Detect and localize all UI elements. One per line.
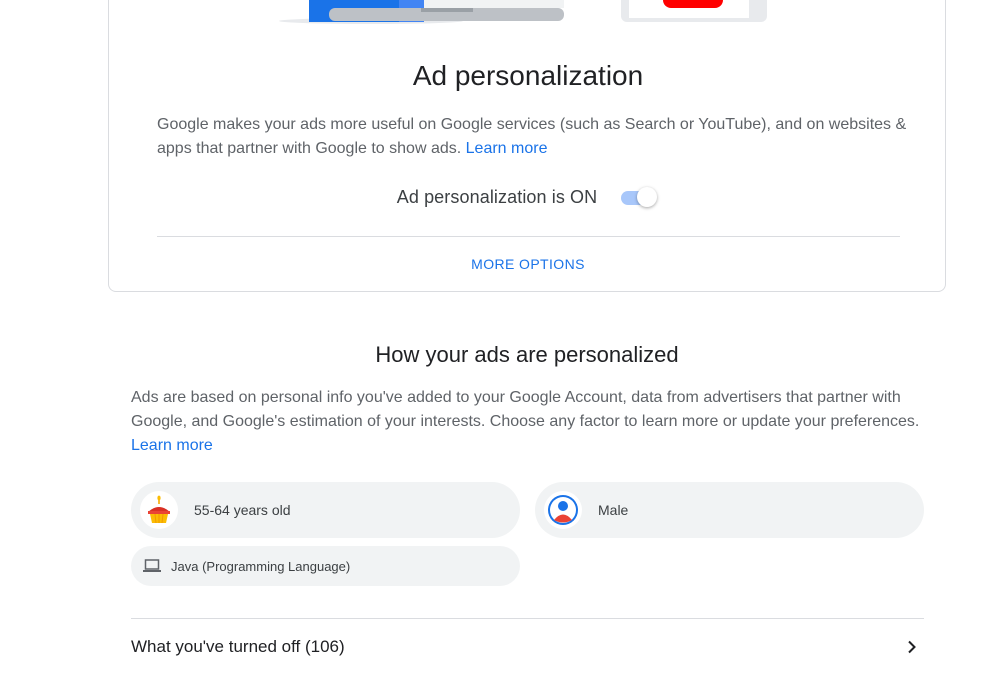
- turned-off-label: What you've turned off (106): [131, 637, 345, 656]
- card-description: Google makes your ads more useful on Goo…: [157, 113, 907, 161]
- factor-label: 55-64 years old: [194, 502, 291, 518]
- card-title: Ad personalization: [412, 60, 644, 91]
- factor-label: Java (Programming Language): [171, 558, 351, 574]
- person-avatar-icon: [544, 491, 582, 529]
- birthday-cake-icon: [140, 491, 178, 529]
- toggle-thumb: [637, 187, 658, 207]
- ad-personalization-card: Ad personalization Google makes your ads…: [108, 0, 946, 292]
- learn-more-link[interactable]: Learn more: [466, 140, 548, 157]
- ad-personalization-toggle[interactable]: [621, 186, 659, 208]
- chevron-right-icon: [900, 635, 924, 659]
- divider: [131, 618, 924, 619]
- page: Ad personalization Google makes your ads…: [0, 0, 990, 673]
- more-options-button[interactable]: MORE OPTIONS: [109, 256, 947, 272]
- divider: [157, 236, 900, 237]
- factor-label: Male: [598, 502, 629, 518]
- turned-off-row[interactable]: What you've turned off (106): [131, 630, 924, 664]
- factor-chip-age[interactable]: 55-64 years old: [131, 482, 520, 538]
- section-title: How your ads are personalized: [375, 342, 679, 367]
- toggle-label: Ad personalization is ON: [396, 186, 598, 207]
- section-description: Ads are based on personal info you've ad…: [131, 386, 921, 458]
- factor-chip-interest[interactable]: Java (Programming Language): [131, 546, 520, 586]
- devices-illustration: [279, 0, 767, 24]
- section-description-text: Ads are based on personal info you've ad…: [131, 389, 920, 430]
- laptop-icon: [143, 559, 161, 573]
- factor-chip-gender[interactable]: Male: [535, 482, 924, 538]
- ad-personalization-toggle-row: Ad personalization is ON: [109, 186, 947, 208]
- learn-more-link[interactable]: Learn more: [131, 437, 213, 454]
